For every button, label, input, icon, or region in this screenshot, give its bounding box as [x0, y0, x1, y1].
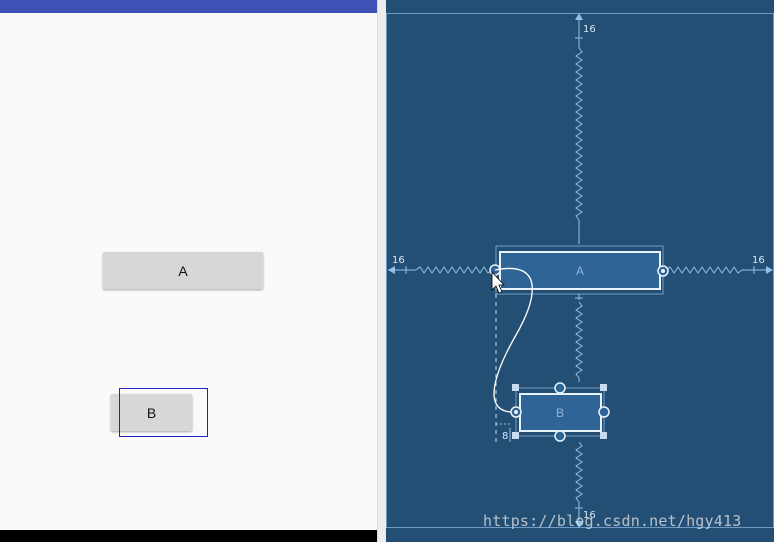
widget-b-label: B — [556, 406, 564, 420]
resize-handle-top-left[interactable] — [512, 384, 519, 391]
constraint-a-b[interactable] — [575, 294, 583, 382]
constraint-a-top[interactable] — [575, 13, 583, 244]
blueprint-canvas[interactable]: 16 16 16 A 8 B 16 — [386, 0, 774, 542]
margin-b-left-label: 8 — [502, 431, 508, 442]
anchor-b-top[interactable] — [554, 382, 566, 394]
blueprint-view[interactable]: 16 16 16 A 8 B 16 — [386, 0, 774, 542]
constraint-a-right[interactable] — [665, 266, 773, 274]
constraint-a-left[interactable] — [388, 266, 494, 274]
anchor-b-right[interactable] — [598, 406, 610, 418]
widget-a-label: A — [576, 264, 584, 278]
resize-handle-bottom-left[interactable] — [512, 432, 519, 439]
anchor-b-bottom[interactable] — [554, 430, 566, 442]
navigation-bar — [0, 530, 377, 542]
margin-top-label: 16 — [583, 24, 596, 35]
panel-divider — [378, 0, 386, 542]
design-preview: A B — [0, 0, 378, 542]
app-bar — [0, 0, 377, 13]
margin-right-label: 16 — [752, 255, 765, 266]
button-a[interactable]: A — [103, 252, 263, 289]
margin-left-label: 16 — [392, 255, 405, 266]
selection-outline — [119, 388, 208, 437]
resize-handle-top-right[interactable] — [600, 384, 607, 391]
watermark: https://blog.csdn.net/hgy413 — [483, 512, 742, 530]
resize-handle-bottom-right[interactable] — [600, 432, 607, 439]
